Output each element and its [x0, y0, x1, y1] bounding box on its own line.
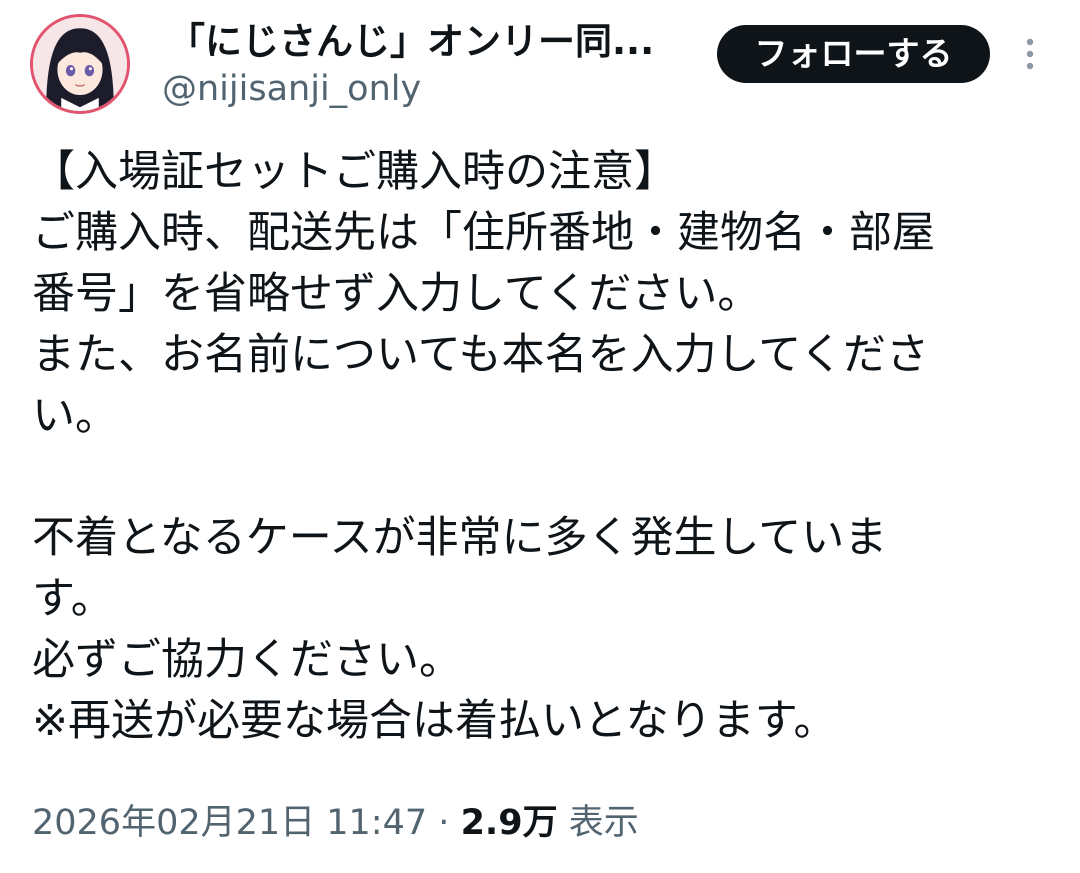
follow-button[interactable]: フォローする: [717, 25, 990, 83]
tweet-line: ※再送が必要な場合は着払いとなります。: [32, 696, 837, 746]
views-label: 表示: [568, 803, 639, 843]
user-handle[interactable]: @nijisanji_only: [162, 68, 421, 110]
tweet-meta: 2026年02月21日 11:47 · 2.9万 表示: [32, 800, 639, 846]
tweet-text: 【入場証セットご購入時の注意】 ご購入時、配送先は「住所番地・建物名・部屋 番号…: [32, 142, 1052, 752]
timestamp[interactable]: 2026年02月21日 11:47: [32, 803, 427, 843]
avatar-portrait-icon: [33, 17, 127, 111]
views-count[interactable]: 2.9万: [461, 803, 558, 843]
meta-separator: ·: [438, 803, 450, 843]
tweet-line: 【入場証セットご購入時の注意】: [32, 147, 677, 197]
tweet-line: 番号」を省略せず入力してください。: [32, 269, 761, 319]
tweet-line: 必ずご協力ください。: [32, 635, 462, 685]
more-vertical-icon[interactable]: [1020, 38, 1040, 70]
tweet-line: ご購入時、配送先は「住所番地・建物名・部屋: [32, 208, 935, 258]
display-name[interactable]: 「にじさんじ」オンリー同...: [168, 20, 688, 64]
tweet-line: い。: [32, 391, 118, 441]
tweet-line: す。: [32, 574, 114, 624]
avatar[interactable]: [30, 14, 130, 114]
tweet-line: 不着となるケースが非常に多く発生していま: [32, 513, 888, 563]
tweet-line: また、お名前についても本名を入力してくださ: [32, 330, 929, 380]
